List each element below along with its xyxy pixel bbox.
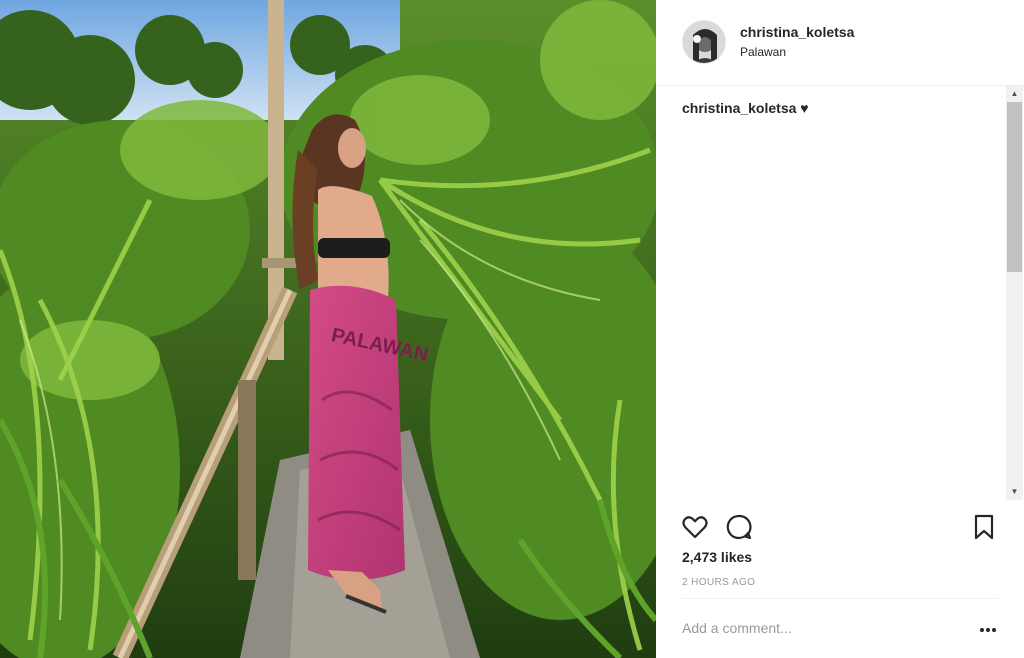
avatar[interactable] [682, 20, 726, 64]
like-button[interactable] [680, 512, 710, 542]
post-photo[interactable]: PALAWAN [0, 0, 656, 658]
post-header: christina_koletsa Palawan [656, 0, 1024, 86]
scroll-down-arrow-icon[interactable]: ▼ [1006, 484, 1023, 500]
caption-username-link[interactable]: christina_koletsa [682, 100, 796, 116]
scroll-up-arrow-icon[interactable]: ▲ [1006, 86, 1023, 102]
comment-bar [682, 598, 998, 658]
more-options-icon [980, 628, 996, 632]
like-count[interactable]: 2,473 likes [682, 549, 752, 565]
comment-button[interactable] [724, 512, 754, 542]
post-sidebar: christina_koletsa Palawan christina_kole… [656, 0, 1024, 658]
location-link[interactable]: Palawan [740, 45, 786, 59]
caption-text: ♥ [800, 100, 809, 116]
comments-area: christina_koletsa ♥ ▲ ▼ [656, 86, 1024, 500]
comment-input[interactable] [682, 613, 952, 643]
caption: christina_koletsa ♥ [682, 100, 809, 116]
save-button[interactable] [969, 512, 999, 542]
heart-outline-icon [682, 516, 708, 539]
post-timestamp[interactable]: 2 HOURS AGO [682, 577, 755, 588]
scrollbar-thumb[interactable] [1007, 102, 1022, 272]
comments-scrollbar[interactable]: ▲ ▼ [1006, 86, 1023, 500]
more-options-button[interactable] [978, 619, 998, 639]
photo-illustration: PALAWAN [0, 0, 656, 658]
post-actions: 2,473 likes 2 HOURS AGO [656, 500, 1024, 600]
avatar-image [683, 21, 725, 63]
bookmark-icon [974, 514, 994, 540]
speech-bubble-icon [726, 514, 752, 540]
username-link[interactable]: christina_koletsa [740, 24, 854, 40]
